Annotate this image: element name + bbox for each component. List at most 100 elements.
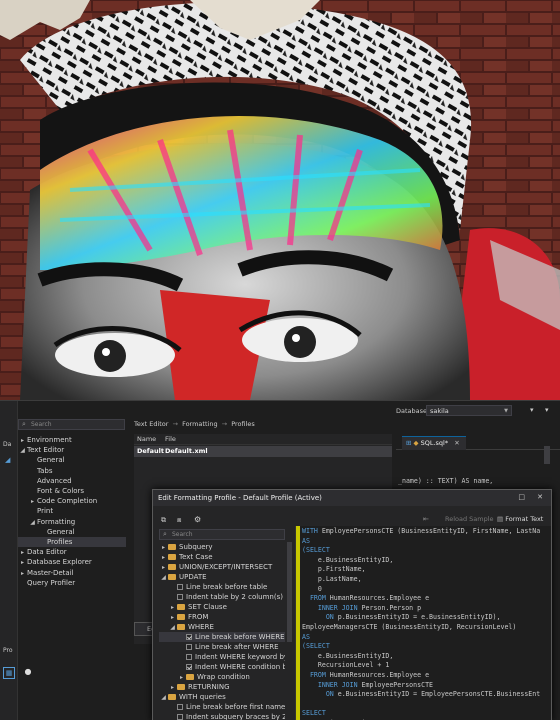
options-tree-item-label: Data Editor [27,548,67,557]
code-text: EmployeePersonsCTE (BusinessEntityID, Fi… [321,527,541,535]
options-tree-item[interactable]: Print [18,506,126,516]
change-marker [296,526,300,720]
column-header-name[interactable]: Name [137,434,156,445]
editor-scrollbar[interactable] [544,446,550,464]
code-keyword: ON [302,613,338,622]
formatting-tree-item[interactable]: ▸ FROM [159,612,285,622]
formatting-tree-item[interactable]: Line break after WHERE [159,642,285,652]
options-tree-item[interactable]: ▸ Environment [18,435,126,445]
code-preview[interactable]: WITH EmployeePersonsCTE (BusinessEntityI… [295,526,551,720]
options-tree-item-label: Database Explorer [27,558,92,567]
formatting-tree-item[interactable]: ▸ SET Clause [159,602,285,612]
options-tree-item[interactable]: ◢ Text Editor [18,445,126,455]
tab-sql[interactable]: ⊞ ◆ SQL.sql* ✕ [402,436,466,450]
reload-icon[interactable]: ⇤ [423,515,429,523]
collapse-all-icon[interactable]: ⧉ [161,516,166,525]
left-tool-strip: Da ◢ Pro ▦ [0,401,18,720]
options-tree-item[interactable]: Font & Colors [18,486,126,496]
close-icon[interactable]: ✕ [537,493,543,501]
code-keyword: AS [302,536,310,545]
formatting-tree-item[interactable]: Indent subquery braces by 2 co [159,712,285,720]
code-line: 0 [302,585,322,595]
objects-icon[interactable]: ● [22,667,34,679]
options-tree-item[interactable]: Advanced [18,476,126,486]
tree-scrollbar[interactable] [287,542,292,642]
dropdown-icon[interactable]: ▾ [530,406,534,414]
code-text: HumanResources.Employee e [329,594,430,603]
checkbox[interactable] [186,654,192,660]
code-line: p.LastName, [302,575,362,585]
formatting-tree-item[interactable]: ◢ WITH queries [159,692,285,702]
checkbox[interactable] [186,664,192,670]
breadcrumb-item[interactable]: Profiles [231,420,255,428]
checkbox[interactable] [177,584,183,590]
row-name: Default [137,447,164,455]
options-tree-item[interactable]: General [18,455,126,465]
formatting-tree-item[interactable]: ◢ UPDATE [159,572,285,582]
gear-icon[interactable]: ⚙ [194,515,201,524]
database-value: sakila [430,407,449,415]
checkbox[interactable] [186,634,192,640]
breadcrumb-separator: → [221,420,228,428]
checkbox[interactable] [177,714,183,720]
table-row[interactable]: Default Default.xml [134,446,392,457]
options-tree-item[interactable]: ▸ Database Explorer [18,557,126,567]
format-text-button[interactable]: ▤ Format Text [497,515,543,523]
formatting-tree-item-label: WITH queries [179,693,226,701]
options-tree-item[interactable]: Profiles [18,537,126,547]
more-icon[interactable]: ▾ [545,406,549,414]
code-text: e.BusinessEntityID = EmployeePersonsCTE.… [337,690,541,699]
folder-icon [168,694,176,700]
folder-icon [168,544,176,550]
formatting-tree-item[interactable]: ◢ WHERE [159,622,285,632]
format-icon: ▤ [497,515,504,523]
sql-file-icon: ◆ [413,439,419,447]
code-line: ON p.BusinessEntityID = e.BusinessEntity… [302,613,501,623]
formatting-tree-item[interactable]: ▸ Text Case [159,552,285,562]
grid-icon[interactable]: ▦ [3,667,15,679]
maximize-icon[interactable]: □ [518,493,525,501]
checkbox[interactable] [186,644,192,650]
code-line: RecursionLevel + 1 [302,661,389,671]
formatting-tree-item[interactable]: Line break before WHERE [159,632,285,642]
checkbox[interactable] [177,594,183,600]
pro-label: Pro [3,647,13,654]
formatting-tree-item[interactable]: Indent table by 2 column(s) [159,592,285,602]
formatting-tree-item-label: Line break before table [186,583,268,591]
options-tree-item[interactable]: Query Profiler [18,578,126,588]
formatting-tree-item-label: Subquery [179,543,213,551]
formatting-tree-item[interactable]: ▸ Subquery [159,542,285,552]
formatting-tree-item[interactable]: Indent WHERE condition by [159,662,285,672]
formatting-tree-item[interactable]: Line break before table [159,582,285,592]
options-tree-item[interactable]: ◢ Formatting [18,517,126,527]
code-line: EmployeeManagersCTE (BusinessEntityID, R… [302,623,516,633]
code-keyword: FROM [302,594,330,603]
column-header-file[interactable]: File [165,434,176,445]
code-keyword: WITH [302,527,322,535]
checkbox[interactable] [177,704,183,710]
code-line: ON e.BusinessEntityID = EmployeePersonsC… [302,690,540,700]
database-select[interactable]: sakila ▼ [426,405,512,416]
reload-sample-button[interactable]: Reload Sample [445,515,494,523]
dialog-title: Edit Formatting Profile - Default Profil… [158,494,322,502]
options-tree-item[interactable]: ▸ Data Editor [18,547,126,557]
formatting-tree-item[interactable]: Indent WHERE keyword by [159,652,285,662]
formatting-tree-item[interactable]: ▸ Wrap condition [159,672,285,682]
code-line: p.FirstName, [302,565,366,575]
dialog-search[interactable]: ⌕ Search [159,529,285,540]
breadcrumb-item[interactable]: Text Editor [134,420,168,428]
formatting-tree-item[interactable]: ▸ UNION/EXCEPT/INTERSECT [159,562,285,572]
db-icon[interactable]: ◢ [5,456,10,464]
options-tree-item[interactable]: ▸ Master-Detail [18,568,126,578]
formatting-tree-item[interactable]: Line break before first named q [159,702,285,712]
breadcrumb-item[interactable]: Formatting [182,420,218,428]
options-search[interactable]: ⌕ Search [18,419,125,430]
close-icon[interactable]: ✕ [454,439,459,447]
expand-all-icon[interactable]: ⧈ [177,516,181,525]
options-tree-item[interactable]: General [18,527,126,537]
formatting-tree-item-label: Indent table by 2 column(s) [186,593,283,601]
options-tree-item[interactable]: Tabs [18,466,126,476]
formatting-tree-item[interactable]: ▸ RETURNING [159,682,285,692]
options-tree-item[interactable]: ▸ Code Completion [18,496,126,506]
formatting-tree-item-label: Line break before first named q [186,703,285,711]
